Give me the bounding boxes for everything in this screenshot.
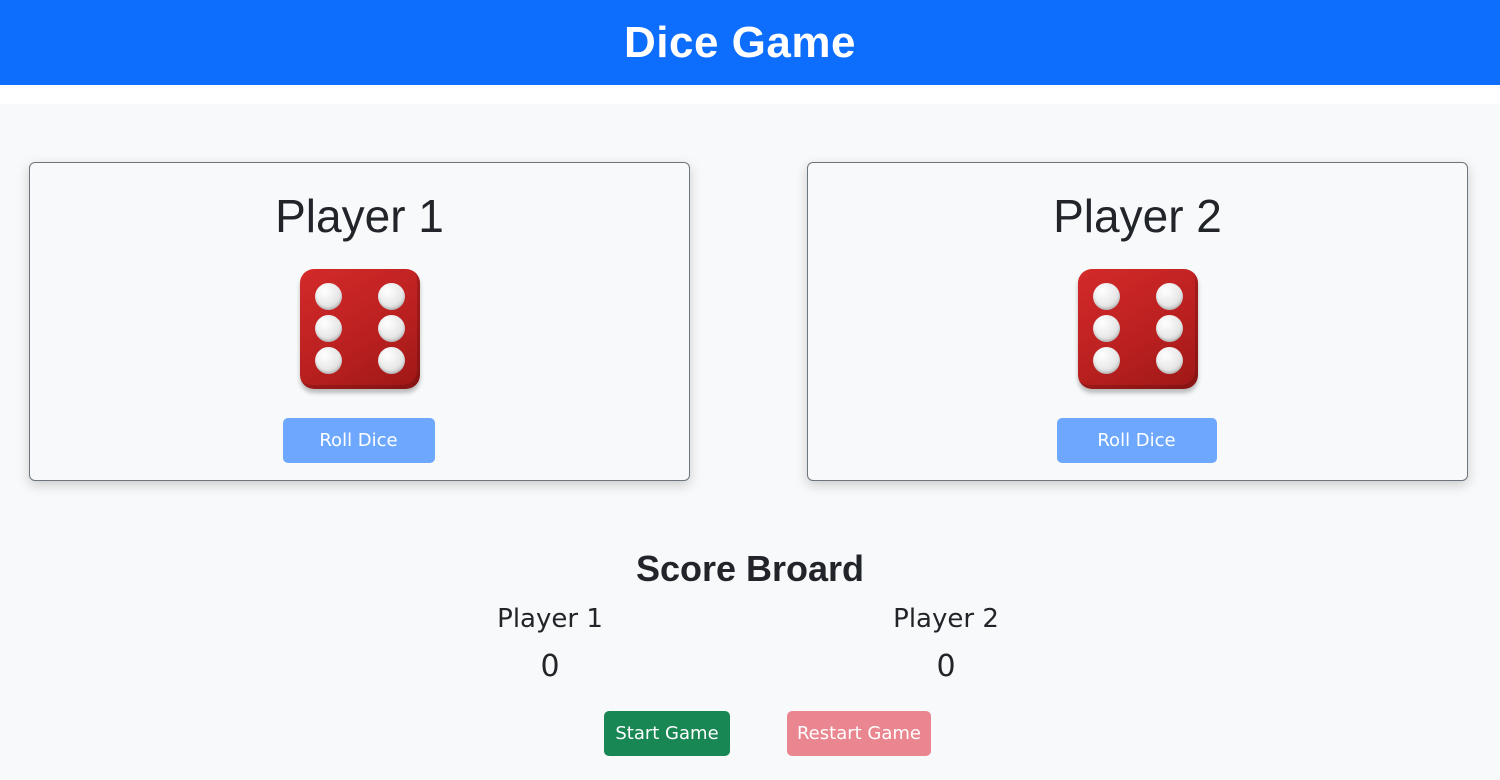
scoreboard-player-1-score: 0 <box>540 649 560 684</box>
app-title: Dice Game <box>624 17 856 67</box>
player-2-die-icon <box>1077 269 1198 389</box>
restart-game-button[interactable]: Restart Game <box>787 711 931 756</box>
scoreboard-player-2-label: Player 2 <box>893 604 999 634</box>
player-2-title: Player 2 <box>1053 190 1222 242</box>
scoreboard-title: Score Broard <box>635 548 865 589</box>
player-2-card: Player 2 Roll Dice <box>807 162 1468 481</box>
player-1-card: Player 1 Roll Dice <box>29 162 690 481</box>
die-pip <box>377 347 405 374</box>
scoreboard-player-2-score: 0 <box>936 649 956 684</box>
die-pip <box>314 283 342 310</box>
player-1-roll-button[interactable]: Roll Dice <box>282 418 435 463</box>
die-pip <box>1092 315 1120 342</box>
die-pip <box>314 347 342 374</box>
header-divider <box>0 85 1500 104</box>
header-bar: Dice Game <box>0 0 1500 85</box>
scoreboard-player-1: Player 1 0 <box>450 604 650 684</box>
die-pip <box>1155 347 1183 374</box>
die-pip <box>1092 347 1120 374</box>
scoreboard-player-1-label: Player 1 <box>497 604 603 634</box>
start-game-button[interactable]: Start Game <box>604 711 730 756</box>
die-pip <box>1155 283 1183 310</box>
scoreboard-player-2: Player 2 0 <box>846 604 1046 684</box>
player-1-die-icon <box>299 269 420 389</box>
die-pip <box>314 315 342 342</box>
die-pip <box>1155 315 1183 342</box>
player-1-title: Player 1 <box>275 190 444 242</box>
die-pip <box>377 283 405 310</box>
die-pip <box>377 315 405 342</box>
player-2-roll-button[interactable]: Roll Dice <box>1056 418 1217 463</box>
die-pip <box>1092 283 1120 310</box>
